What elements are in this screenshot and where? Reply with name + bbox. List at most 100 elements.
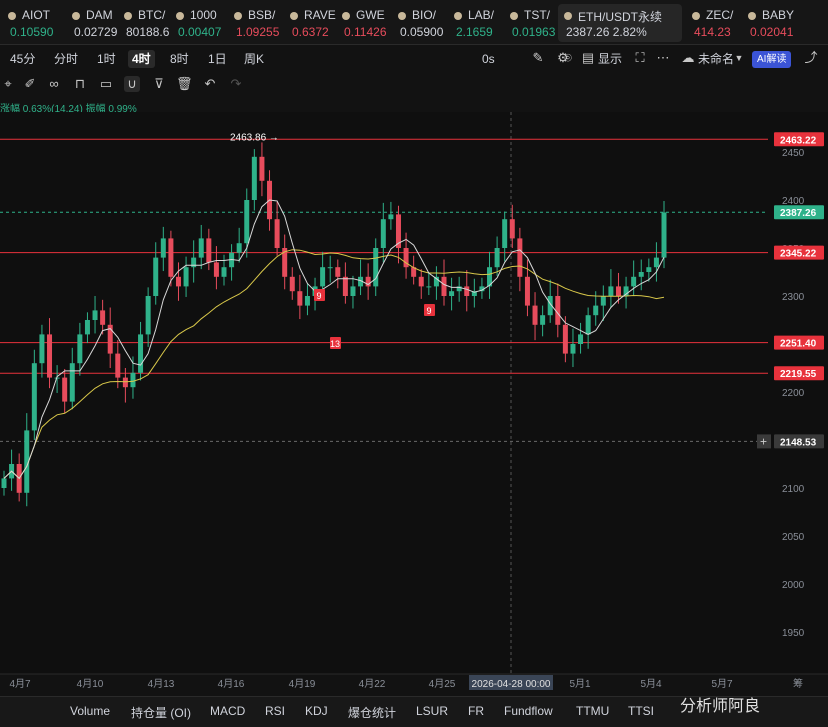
y-tick-label: 2000: [782, 580, 805, 591]
coin-icon: [124, 12, 132, 20]
ticker-item[interactable]: LAB/2.1659: [448, 4, 502, 42]
fullscreen-icon[interactable]: ⛶: [632, 50, 648, 66]
sequence-marker-label: 13: [330, 339, 340, 349]
candle-body: [1, 478, 7, 488]
ticker-item[interactable]: DAM 0.02729: [66, 4, 117, 42]
x-tick-label: 4月25: [429, 678, 456, 690]
indicator-tab[interactable]: 持仓量 (OI): [131, 704, 191, 721]
ticker-symbol: BIO/: [412, 8, 437, 22]
x-tick-label: 4月16: [218, 678, 245, 690]
timeframe-6[interactable]: 周K: [240, 50, 268, 68]
ticker-item[interactable]: RAVE 0.6372: [284, 4, 336, 42]
candle-body: [661, 212, 667, 258]
coin-icon: [398, 12, 406, 20]
crosshair-icon[interactable]: ⌖: [0, 76, 16, 92]
magnet-icon[interactable]: ∪: [124, 76, 140, 92]
ruler-icon[interactable]: ▭: [98, 76, 114, 92]
coin-icon: [564, 12, 572, 20]
ticker-item[interactable]: ZEC/414.23: [686, 4, 740, 42]
y-tick-label: 2200: [782, 388, 805, 399]
candle-body: [509, 219, 515, 239]
indicator-tab[interactable]: LSUR: [416, 704, 448, 718]
candle-body: [259, 156, 265, 181]
settings-icon[interactable]: ⚙: [555, 50, 571, 66]
indicator-tab[interactable]: TTSI: [628, 704, 654, 718]
ticker-symbol: TST/: [524, 8, 550, 22]
undo-icon[interactable]: ↶: [202, 76, 218, 92]
y-tick-label: 2300: [782, 292, 805, 303]
chevron-down-icon[interactable]: ▼: [731, 50, 747, 66]
candle-body: [327, 267, 333, 269]
lock-icon[interactable]: ⊓: [72, 76, 88, 92]
plus-icon[interactable]: +: [760, 434, 767, 448]
ai-button[interactable]: AI解读: [752, 51, 792, 68]
high-price-marker: 2463.86 →: [230, 133, 279, 144]
timeframe-1[interactable]: 分时: [50, 50, 82, 68]
share-icon[interactable]: ⤴: [803, 50, 819, 66]
indicator-tab[interactable]: TTMU: [576, 704, 609, 718]
x-tick-label: 筹: [793, 677, 803, 690]
display-button[interactable]: 显示: [594, 50, 626, 68]
timeframe-5[interactable]: 1日: [204, 50, 231, 68]
ticker-item[interactable]: AIOT 0.10590: [2, 4, 62, 42]
candlestick-chart[interactable]: 2450240023502300225022002150210020502000…: [0, 112, 828, 696]
indicator-tab[interactable]: MACD: [210, 704, 245, 718]
timeframe-2[interactable]: 1时: [93, 50, 120, 68]
candle-body: [31, 363, 37, 431]
ticker-symbol: BABY: [762, 8, 795, 22]
ticker-item[interactable]: 1000 0.00407: [170, 4, 226, 42]
replay-button[interactable]: 0s: [478, 50, 499, 68]
indicator-tab[interactable]: RSI: [265, 704, 285, 718]
y-tick-label: 2050: [782, 532, 805, 543]
candle-body: [320, 267, 326, 287]
ticker-item[interactable]: TST/0.01963: [504, 4, 556, 42]
pattern-icon[interactable]: ∞: [46, 76, 62, 92]
coin-icon: [234, 12, 242, 20]
candle-body: [585, 315, 591, 335]
sequence-marker-label: 9: [316, 291, 321, 301]
candle-body: [244, 200, 250, 244]
candle-body: [84, 320, 90, 335]
coin-icon: [692, 12, 700, 20]
candle-body: [600, 296, 606, 306]
timeframe-toolbar: ⌾ 0s ✎ ⚙ ▤ 显示 ⛶ ⋯ ☁ 未命名 ▼ AI解读 ⤴ 45分 分时 1时…: [0, 46, 828, 72]
ticker-item[interactable]: BABY 0.02041: [742, 4, 802, 42]
indicator-tab[interactable]: Fundflow: [504, 704, 553, 718]
indicator-tab[interactable]: KDJ: [305, 704, 328, 718]
ticker-price: 0.6372: [292, 25, 329, 39]
candle-body: [160, 238, 166, 258]
timeframe-3[interactable]: 4时: [128, 50, 155, 68]
candle-body: [593, 305, 599, 316]
candle-body: [251, 156, 257, 200]
candle-body: [304, 296, 310, 306]
ticker-item[interactable]: ETH/USDT永续 2387.26 2.82%: [558, 4, 682, 42]
timeframe-4[interactable]: 8时: [166, 50, 193, 68]
x-tick-label: 4月19: [289, 678, 316, 690]
ticker-bar: AIOT 0.10590 DAM 0.02729 BTC/80188.6 1000 0.00…: [0, 0, 828, 45]
indicator-tab[interactable]: FR: [468, 704, 484, 718]
crosshair-time-label: 2026-04-28 00:00: [472, 679, 551, 690]
candle-body: [532, 305, 538, 325]
edit-icon[interactable]: ✎: [530, 50, 546, 66]
trash-icon[interactable]: 🗑: [176, 76, 193, 92]
indicator-tab[interactable]: 爆仓统计: [348, 704, 396, 721]
ticker-symbol: BTC/: [138, 8, 166, 22]
candle-body: [570, 344, 576, 354]
indicator-tab[interactable]: Volume: [70, 704, 110, 718]
pencil-icon[interactable]: ✐: [22, 76, 38, 92]
candle-body: [47, 334, 53, 378]
ticker-item[interactable]: GWE 0.11426: [336, 4, 390, 42]
ticker-price: 0.05900: [400, 25, 444, 39]
ticker-price: 0.00407: [178, 25, 222, 39]
ticker-item[interactable]: BIO/0.05900: [392, 4, 446, 42]
x-tick-label: 4月7: [9, 678, 31, 690]
candle-body: [335, 267, 341, 277]
redo-icon[interactable]: ↷: [228, 76, 244, 92]
ticker-item[interactable]: BSB/1.09255: [228, 4, 282, 42]
ticker-item[interactable]: BTC/80188.6: [118, 4, 169, 42]
candle-body: [449, 291, 455, 296]
filter-icon[interactable]: ⊽: [151, 76, 167, 92]
timeframe-0[interactable]: 45分: [6, 50, 39, 68]
candle-body: [578, 334, 584, 344]
more-icon[interactable]: ⋯: [655, 50, 671, 66]
